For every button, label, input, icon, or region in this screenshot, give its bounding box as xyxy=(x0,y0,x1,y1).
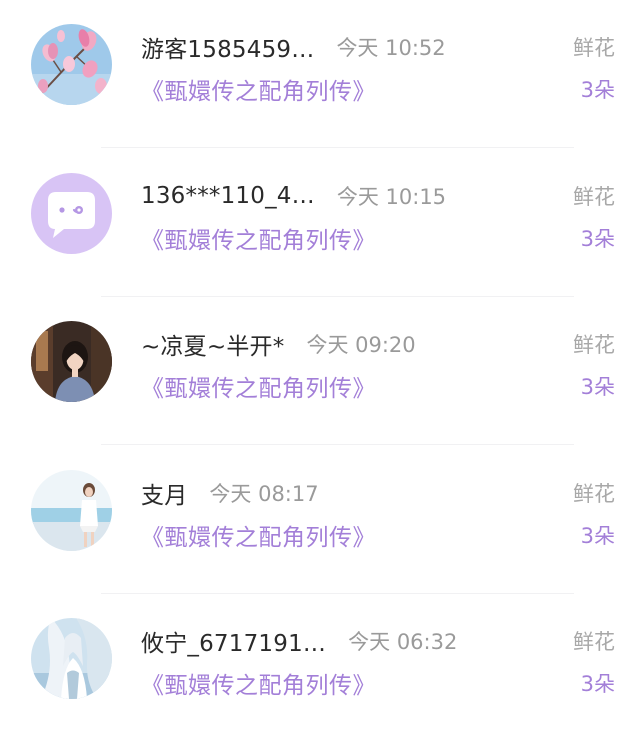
list-item[interactable]: 支月 今天 08:17 《甄嬛传之配角列传》 鲜花 3朵 xyxy=(0,446,640,594)
divider xyxy=(101,444,574,445)
gift-type-label: 鲜花 xyxy=(573,630,615,654)
book-title-link[interactable]: 《甄嬛传之配角列传》 xyxy=(141,369,376,403)
gift-time: 今天 06:32 xyxy=(348,630,458,654)
username[interactable]: 攸宁_6717191… xyxy=(141,624,326,658)
gift-type-label: 鲜花 xyxy=(573,333,615,357)
gift-type-label: 鲜花 xyxy=(573,185,615,209)
gift-count: 3朵 xyxy=(580,524,615,548)
list-item[interactable]: 136***110_4… 今天 10:15 《甄嬛传之配角列传》 鲜花 3朵 xyxy=(0,149,640,297)
gift-type-label: 鲜花 xyxy=(573,36,615,60)
username[interactable]: 游客1585459… xyxy=(141,30,314,64)
list-item[interactable]: 攸宁_6717191… 今天 06:32 《甄嬛传之配角列传》 鲜花 3朵 xyxy=(0,594,640,742)
gift-count: 3朵 xyxy=(580,672,615,696)
divider xyxy=(101,147,574,148)
book-title-link[interactable]: 《甄嬛传之配角列传》 xyxy=(141,666,376,700)
gift-time: 今天 10:52 xyxy=(336,36,446,60)
beach-figure-avatar-icon[interactable] xyxy=(31,470,112,551)
username[interactable]: 136***110_4… xyxy=(141,183,315,209)
gift-type-label: 鲜花 xyxy=(573,482,615,506)
list-item[interactable]: ~凉夏~半开* 今天 09:20 《甄嬛传之配角列传》 鲜花 3朵 xyxy=(0,297,640,445)
book-title-link[interactable]: 《甄嬛传之配角列传》 xyxy=(141,518,376,552)
gift-time: 今天 08:17 xyxy=(209,482,319,506)
gift-count: 3朵 xyxy=(580,375,615,399)
book-title-link[interactable]: 《甄嬛传之配角列传》 xyxy=(141,72,376,106)
gift-time: 今天 09:20 xyxy=(306,333,416,357)
book-title-link[interactable]: 《甄嬛传之配角列传》 xyxy=(141,221,376,255)
magnolia-flower-avatar-icon[interactable] xyxy=(31,24,112,105)
username[interactable]: ~凉夏~半开* xyxy=(141,327,284,361)
list-item[interactable]: 游客1585459… 今天 10:52 《甄嬛传之配角列传》 鲜花 3朵 xyxy=(0,0,640,148)
gift-time: 今天 10:15 xyxy=(336,185,447,209)
girl-portrait-avatar-icon[interactable] xyxy=(31,321,112,402)
chat-bubble-avatar-icon[interactable] xyxy=(31,173,112,254)
ancient-figure-avatar-icon[interactable] xyxy=(31,618,112,699)
gift-count: 3朵 xyxy=(580,78,615,102)
username[interactable]: 支月 xyxy=(141,476,187,510)
gift-count: 3朵 xyxy=(580,227,615,251)
flower-gift-list: 游客1585459… 今天 10:52 《甄嬛传之配角列传》 鲜花 3朵 136… xyxy=(0,0,640,727)
